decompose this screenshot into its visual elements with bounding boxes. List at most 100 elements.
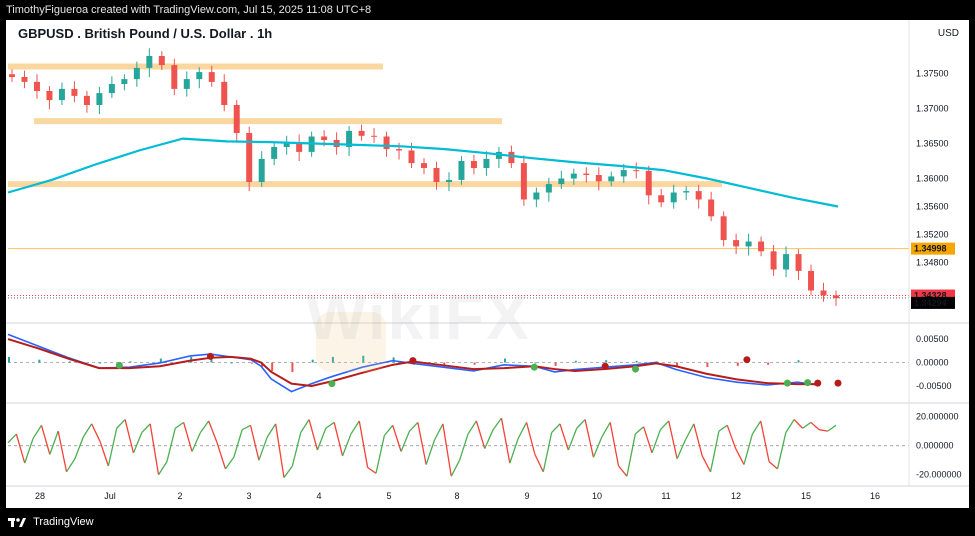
oscillator-segment [124,419,135,454]
oscillator-segment [559,423,569,451]
oscillator-segment [634,426,645,435]
macd-histogram-bar [271,362,274,371]
chart-title: GBPUSD . British Pound / U.S. Dollar . 1… [18,26,273,41]
bearish-cross-dot [409,357,417,365]
candle-body [271,147,278,159]
candle-body [33,81,40,91]
footer-brand: TradingView [33,516,94,529]
candle-body [545,184,552,193]
attribution-text: TimothyFigueroa created with TradingView… [6,4,372,16]
oscillator-segment [91,423,101,442]
oscillator-segment [659,420,670,431]
candle-body [570,173,577,179]
candle-body [645,170,652,196]
bullish-cross-dot [328,380,336,388]
oscillator-segment [375,435,385,474]
candle-body [208,72,215,82]
oscillator-segment [49,430,59,455]
oscillator-pane[interactable] [7,417,909,479]
oscillator-segment [509,438,519,464]
currency-label: USD [937,28,959,39]
oscillator-segment [191,432,201,452]
support-resistance-zone [8,63,383,70]
candle-body [321,136,328,140]
oscillator-segment [392,425,402,452]
candle-body [820,290,827,296]
candle-body [633,170,640,172]
candle-body [795,254,802,271]
macd-axis-tick: 0.00500 [916,334,949,344]
oscillator-segment [819,429,828,432]
candle-body [670,192,677,203]
date-axis-tick: 4 [316,491,321,501]
oscillator-segment [684,423,695,441]
oscillator-segment [408,421,419,432]
oscillator-segment [551,423,561,434]
candle-body [221,81,228,105]
date-axis-tick: 5 [386,491,391,501]
candle-body [158,56,165,66]
candle-body [183,79,190,89]
candle-body [358,130,365,136]
bearish-cross-dot [601,362,609,370]
price-tag: 1.34294 [914,298,947,308]
oscillator-segment [283,465,293,479]
oscillator-segment [141,423,151,434]
oscillator-segment [743,433,753,465]
oscillator-segment [99,441,109,467]
candle-body [383,136,390,150]
oscillator-segment [174,421,185,429]
oscillator-segment [668,420,678,459]
price-axis-tick: 1.36500 [916,139,949,149]
candle-body [483,158,490,168]
date-axis-tick: 8 [454,491,459,501]
date-axis-tick: 11 [661,491,670,501]
chart-svg[interactable]: 1.37500 1.37000 1.36500 1.36000 1.35600 1.352… [6,20,969,508]
oscillator-segment [74,436,84,459]
candle-body [58,88,65,101]
date-axis-tick: 3 [246,491,251,501]
oscillator-segment [442,423,452,477]
oscillator-segment [450,459,461,477]
oscillator-segment [760,420,770,462]
macd-histogram-bar [767,362,770,365]
oscillator-segment [793,419,804,429]
bearish-cross-dot [814,379,822,387]
macd-histogram-bar [635,360,638,363]
oscillator-segment [618,465,628,477]
oscillator-segment [651,429,661,454]
date-axis-tick: 10 [592,491,602,501]
macd-histogram-bar [574,360,577,363]
candle-body [146,56,153,68]
bearish-cross-dot [206,352,214,360]
oscillator-segment [350,420,360,435]
oscillator-segment [735,448,745,465]
candle-body [770,251,777,270]
oscillator-segment [751,420,762,435]
macd-histogram-bar [797,360,800,363]
tradingview-logo-icon [8,518,26,528]
date-axis-tick: 15 [801,491,811,501]
candle-body [445,179,452,182]
oscillator-axis-tick: 0.000000 [916,441,954,451]
oscillator-segment [32,424,43,439]
oscillator-segment [316,428,327,451]
macd-histogram-bar [473,362,476,365]
candle-body [508,151,515,164]
price-pane[interactable] [7,48,909,306]
oscillator-segment [475,420,486,449]
oscillator-segment [199,420,210,433]
candle-body [708,199,715,217]
date-axis-tick: 28 [35,491,45,501]
candle-body [421,163,427,168]
oscillator-segment [249,425,260,461]
moving-average-line [7,137,839,208]
candle-body [71,88,78,96]
oscillator-segment [132,432,143,454]
macd-histogram-bar [554,362,557,366]
oscillator-segment [500,417,511,464]
oscillator-segment [57,431,68,472]
macd-histogram-bar [291,362,294,373]
oscillator-segment [233,429,243,458]
chart-area[interactable]: 1.37500 1.37000 1.36500 1.36000 1.35600 1.352… [6,20,969,508]
